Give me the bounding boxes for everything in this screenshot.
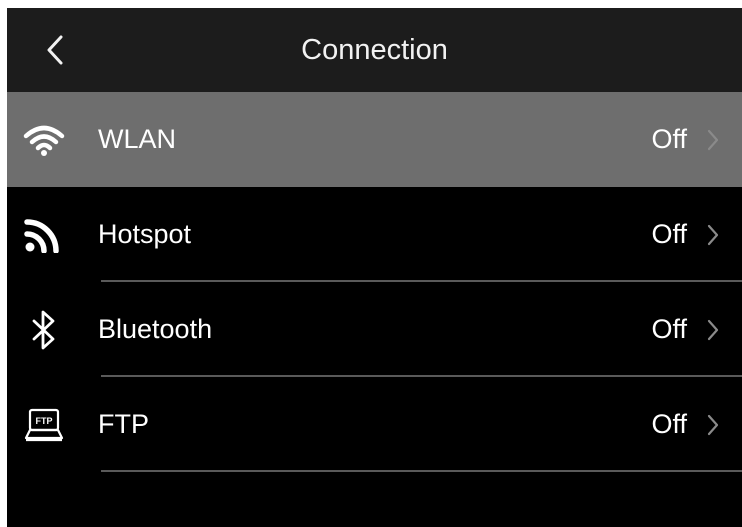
ftp-icon: FTP — [23, 404, 65, 446]
wlan-label: WLAN — [98, 124, 177, 154]
wlan-row[interactable]: WLAN Off — [7, 92, 742, 187]
chevron-right-icon — [707, 319, 719, 341]
hotspot-icon — [23, 214, 65, 256]
row-divider — [101, 470, 742, 472]
svg-text:FTP: FTP — [36, 416, 53, 426]
page-title: Connection — [301, 34, 448, 66]
ftp-label: FTP — [98, 409, 149, 439]
chevron-right-icon — [707, 414, 719, 436]
bluetooth-icon — [23, 309, 65, 351]
back-button[interactable] — [33, 28, 77, 72]
header-bar: Connection — [7, 8, 742, 92]
ftp-row[interactable]: FTP FTP Off — [7, 377, 742, 472]
bluetooth-label: Bluetooth — [98, 314, 213, 344]
wlan-status: Off — [651, 124, 687, 154]
wifi-icon — [23, 119, 65, 161]
ftp-status: Off — [651, 409, 687, 439]
bluetooth-row[interactable]: Bluetooth Off — [7, 282, 742, 377]
chevron-left-icon — [47, 35, 63, 65]
hotspot-label: Hotspot — [98, 219, 192, 249]
bluetooth-status: Off — [651, 314, 687, 344]
hotspot-status: Off — [651, 219, 687, 249]
connection-screen: Connection WLAN Off Hotspot Off Bluetoot… — [7, 8, 742, 527]
chevron-right-icon — [707, 224, 719, 246]
chevron-right-icon — [707, 129, 719, 151]
hotspot-row[interactable]: Hotspot Off — [7, 187, 742, 282]
connection-list: WLAN Off Hotspot Off Bluetooth Off FTP F… — [7, 92, 742, 472]
